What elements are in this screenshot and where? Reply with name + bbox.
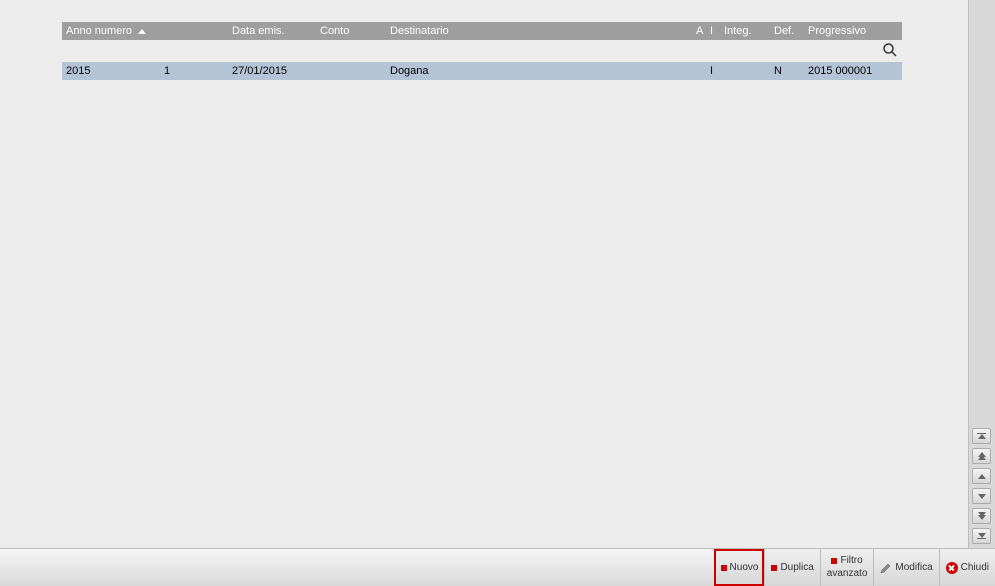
duplica-button[interactable]: Duplica bbox=[764, 549, 819, 586]
nav-page-up-button[interactable] bbox=[972, 448, 991, 464]
col-i[interactable]: I bbox=[706, 25, 720, 37]
nav-last-button[interactable] bbox=[972, 528, 991, 544]
cell-i: I bbox=[706, 65, 720, 77]
bottom-toolbar: Nuovo Duplica Filtro avanzato Modifica C… bbox=[0, 548, 995, 586]
nuovo-label: Nuovo bbox=[730, 562, 759, 573]
search-icon[interactable] bbox=[882, 42, 898, 61]
col-a[interactable]: A bbox=[692, 25, 706, 37]
col-integ[interactable]: Integ. bbox=[720, 25, 770, 37]
chevron-up-icon bbox=[978, 474, 986, 479]
nav-page-up-icon bbox=[978, 452, 986, 460]
filtro-label-2: avanzato bbox=[827, 569, 868, 580]
nav-page-down-icon bbox=[978, 512, 986, 520]
col-destinatario[interactable]: Destinatario bbox=[386, 25, 692, 37]
cell-anno: 2015 bbox=[62, 65, 160, 77]
modifica-label: Modifica bbox=[895, 562, 932, 573]
filtro-avanzato-button[interactable]: Filtro avanzato bbox=[820, 549, 874, 586]
col-data-emis[interactable]: Data emis. bbox=[228, 25, 316, 37]
cell-numero: 1 bbox=[160, 65, 228, 77]
square-icon bbox=[831, 558, 837, 564]
nav-next-button[interactable] bbox=[972, 488, 991, 504]
table-header: Anno numero Data emis. Conto Destinatari… bbox=[62, 22, 902, 40]
chiudi-button[interactable]: Chiudi bbox=[939, 549, 995, 586]
record-navigator bbox=[968, 428, 995, 548]
filtro-label-1: Filtro bbox=[840, 556, 862, 567]
nav-last-icon bbox=[977, 533, 986, 540]
nav-page-down-button[interactable] bbox=[972, 508, 991, 524]
table-row[interactable]: 2015 1 27/01/2015 Dogana I N 2015 000001 bbox=[62, 62, 902, 80]
close-icon bbox=[946, 562, 958, 574]
cell-def: N bbox=[770, 65, 804, 77]
col-anno-numero[interactable]: Anno numero bbox=[62, 25, 160, 37]
duplica-label: Duplica bbox=[780, 562, 813, 573]
nav-prev-button[interactable] bbox=[972, 468, 991, 484]
col-anno-numero-label: Anno numero bbox=[66, 25, 132, 37]
nuovo-button[interactable]: Nuovo bbox=[714, 549, 765, 586]
chiudi-label: Chiudi bbox=[961, 562, 989, 573]
square-icon bbox=[721, 565, 727, 571]
cell-destinatario: Dogana bbox=[386, 65, 692, 77]
nav-first-button[interactable] bbox=[972, 428, 991, 444]
sort-asc-icon bbox=[138, 29, 146, 34]
chevron-down-icon bbox=[978, 494, 986, 499]
square-icon bbox=[771, 565, 777, 571]
modifica-button[interactable]: Modifica bbox=[873, 549, 938, 586]
col-def[interactable]: Def. bbox=[770, 25, 804, 37]
cell-progressivo: 2015 000001 bbox=[804, 65, 892, 77]
data-table: Anno numero Data emis. Conto Destinatari… bbox=[62, 22, 902, 80]
col-progressivo[interactable]: Progressivo bbox=[804, 25, 892, 37]
cell-data-emis: 27/01/2015 bbox=[228, 65, 316, 77]
search-row bbox=[62, 40, 902, 62]
pencil-icon bbox=[880, 562, 892, 574]
nav-first-icon bbox=[977, 433, 986, 440]
col-conto[interactable]: Conto bbox=[316, 25, 386, 37]
